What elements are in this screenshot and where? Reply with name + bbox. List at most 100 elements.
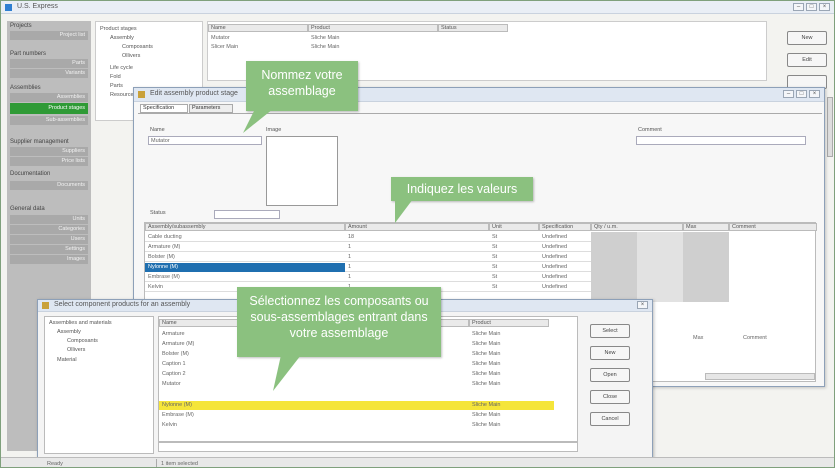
sidebar-head-documentation: Documentation (10, 171, 51, 177)
status-divider (156, 459, 157, 467)
callout-components: Sélectionnez les composants ou sous-asse… (237, 287, 441, 357)
col-header[interactable]: Assembly/subassembly (145, 223, 345, 231)
sidebar-head-projects: Projects (10, 23, 32, 29)
list-item[interactable]: Mutator (162, 381, 181, 387)
sidebar-head-general: General data (10, 206, 45, 212)
tree-item[interactable]: Assembly (57, 329, 81, 335)
table-row[interactable]: Armature (M) 1 St Undefined (145, 243, 591, 252)
close-icon[interactable]: × (809, 90, 820, 98)
row-spec: Undefined (542, 274, 568, 280)
tree-item[interactable]: Composants (122, 44, 153, 50)
name-field[interactable]: Mutator (148, 136, 262, 145)
list-item-product: Sliche Main (472, 351, 501, 357)
tree-item[interactable]: Assemblies and materials (49, 320, 112, 326)
row-unit: St (492, 244, 498, 250)
tree-item[interactable]: Material (57, 357, 77, 363)
row-amount: 1 (348, 274, 352, 280)
status-right: 1 item selected (161, 461, 198, 467)
col-header[interactable]: Comment (729, 223, 817, 231)
list-item[interactable]: Bolster (M) (162, 351, 189, 357)
table-row[interactable]: Bolster (M) 1 St Undefined (145, 253, 591, 262)
sidebar-item-users[interactable]: Users (10, 235, 88, 244)
list-item-product: Sliche Main (472, 381, 501, 387)
list-item[interactable]: Armature (M) (162, 341, 194, 347)
tree-item[interactable]: Ollivers (122, 53, 140, 59)
tab-parameters[interactable]: Parameters (189, 104, 233, 113)
sidebar-head-suppliers: Supplier management (10, 139, 69, 145)
list-item-product: Sliche Main (472, 422, 501, 428)
col-header[interactable]: Unit (489, 223, 539, 231)
sidebar-item-images[interactable]: Images (10, 255, 88, 264)
tree-item[interactable]: Parts (110, 83, 123, 89)
select-tree: Assemblies and materials Assembly Compos… (44, 316, 154, 454)
tree-item[interactable]: Composants (67, 338, 98, 344)
sidebar-item-units[interactable]: Units (10, 215, 88, 224)
comment-field[interactable] (636, 136, 806, 145)
col-header[interactable]: Specification (539, 223, 591, 231)
callout-tail-components (273, 355, 301, 391)
list-item-product: Sliche Main (472, 412, 501, 418)
sidebar-item-project-list[interactable]: Project list (10, 31, 88, 40)
list-item-product: Sliche Main (472, 371, 501, 377)
new-button[interactable]: New (787, 31, 827, 45)
lower-col-header: Max (693, 335, 704, 341)
list-item[interactable]: Embrase (M) (162, 412, 194, 418)
sidebar-item-assemblies[interactable]: Assemblies (10, 93, 88, 102)
row-amount: 1 (348, 264, 352, 270)
select-button[interactable]: Select (590, 324, 630, 338)
table-row[interactable]: Embrase (M) 1 St Undefined (145, 273, 591, 282)
sidebar-item-sub-assemblies[interactable]: Sub-assemblies (10, 116, 88, 125)
cancel-button[interactable]: Cancel (590, 412, 630, 426)
maximize-icon[interactable]: □ (806, 3, 817, 11)
status-label: Status (150, 210, 166, 216)
list-item[interactable]: Caption 2 (162, 371, 186, 377)
top-grid-header[interactable]: Name (208, 24, 308, 32)
table-row[interactable]: Cable ducting 18 St Undefined (145, 233, 591, 242)
tree-item[interactable]: Ollivers (67, 347, 85, 353)
close-button[interactable]: Close (590, 390, 630, 404)
maximize-icon[interactable]: □ (796, 90, 807, 98)
sidebar-item-documents[interactable]: Documents (10, 181, 88, 190)
new-button[interactable]: New (590, 346, 630, 360)
top-grid-header[interactable]: Product (308, 24, 438, 32)
sidebar-item-parts[interactable]: Parts (10, 59, 88, 68)
row-spec: Undefined (542, 254, 568, 260)
sidebar-item-suppliers[interactable]: Suppliers (10, 147, 88, 156)
list-item-highlighted[interactable]: Nylonne (M) (162, 402, 192, 408)
tree-item[interactable]: Product stages (100, 26, 137, 32)
top-grid-header[interactable]: Status (438, 24, 508, 32)
tab-specification[interactable]: Specification (140, 104, 188, 113)
name-label: Name (150, 127, 165, 133)
status-left: Ready (47, 461, 63, 467)
table-row-selected[interactable]: Nylonne (M) 1 St Undefined (145, 263, 591, 272)
sidebar-item-categories[interactable]: Categories (10, 225, 88, 234)
row-spec: Undefined (542, 234, 568, 240)
minimize-icon[interactable]: – (783, 90, 794, 98)
close-icon[interactable]: × (637, 301, 648, 309)
tree-item[interactable]: Life cycle (110, 65, 133, 71)
row-name: Embrase (M) (148, 274, 180, 280)
disabled-column (683, 232, 729, 302)
col-header[interactable]: Max (683, 223, 729, 231)
sidebar-item-product-stages[interactable]: Product stages (10, 103, 88, 114)
selection-field[interactable] (158, 442, 578, 452)
list-item[interactable]: Armature (162, 331, 185, 337)
image-box[interactable] (266, 136, 338, 206)
callout-name-assembly: Nommez votre assemblage (246, 61, 358, 111)
status-field[interactable] (214, 210, 280, 219)
list-item[interactable]: Kelvin (162, 422, 177, 428)
list-item[interactable]: Caption 1 (162, 361, 186, 367)
tree-item[interactable]: Assembly (110, 35, 134, 41)
horizontal-scrollbar[interactable] (705, 373, 815, 380)
close-icon[interactable]: × (819, 3, 830, 11)
open-button[interactable]: Open (590, 368, 630, 382)
col-header[interactable]: Qty / u.m. (591, 223, 683, 231)
minimize-icon[interactable]: – (793, 3, 804, 11)
edit-button[interactable]: Edit (787, 53, 827, 67)
right-scrollbar[interactable] (827, 97, 833, 157)
select-col-header[interactable]: Product (469, 319, 549, 327)
sidebar-item-settings[interactable]: Settings (10, 245, 88, 254)
tree-item[interactable]: Fold (110, 74, 121, 80)
sidebar-item-price-lists[interactable]: Price lists (10, 157, 88, 166)
sidebar-item-variants[interactable]: Variants (10, 69, 88, 78)
